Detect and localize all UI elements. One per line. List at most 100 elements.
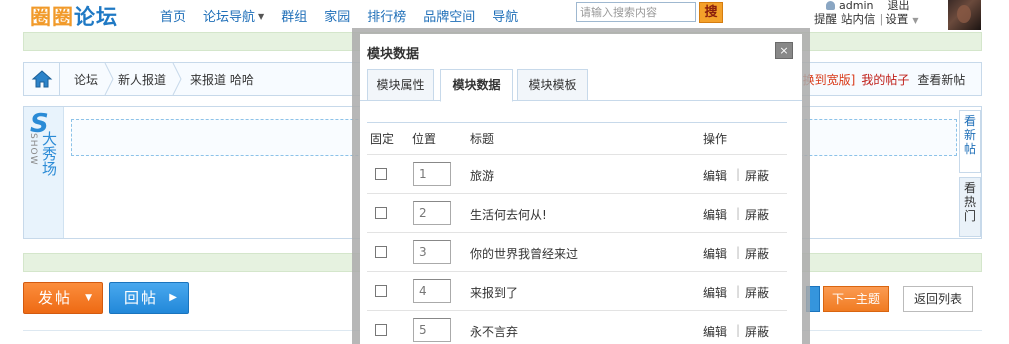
divider: |: [736, 323, 741, 337]
block-link[interactable]: 屏蔽: [745, 206, 769, 223]
position-input[interactable]: [413, 162, 451, 186]
column-header-position: 位置: [412, 132, 437, 146]
nav-item-forum-nav[interactable]: 论坛导航 ▼: [203, 6, 265, 25]
nav-item-brand-space[interactable]: 品牌空间: [423, 6, 476, 25]
breadcrumb-item-newcomers[interactable]: 新人报道: [118, 71, 166, 88]
row-title: 旅游: [470, 169, 495, 183]
next-topic-button[interactable]: 下一主题: [823, 286, 889, 312]
edit-link[interactable]: 编辑: [703, 167, 727, 184]
home-icon: [31, 70, 53, 88]
fixed-checkbox[interactable]: [375, 285, 387, 297]
divider: |: [736, 284, 741, 298]
my-posts-link[interactable]: 我的帖子: [861, 73, 909, 87]
edit-link[interactable]: 编辑: [703, 323, 727, 340]
divider: |: [736, 206, 741, 220]
dialog-title: 模块数据: [367, 47, 420, 62]
show-logo: S SHOW 大秀场: [24, 107, 64, 238]
row-title: 生活何去何从!: [470, 208, 547, 222]
search-button[interactable]: 搜: [699, 2, 723, 23]
block-link[interactable]: 屏蔽: [745, 167, 769, 184]
position-input[interactable]: [413, 201, 451, 225]
nav-item-label: 家园: [324, 10, 351, 25]
home-button[interactable]: [24, 63, 60, 95]
nav-item-label: 排行榜: [367, 10, 407, 25]
breadcrumb-right-links: [换到宽版] 我的帖子 查看新帖: [798, 71, 965, 88]
search-input[interactable]: [576, 2, 696, 22]
tab-new-posts[interactable]: 看新帖: [959, 110, 981, 173]
chevron-down-icon: ▼: [258, 12, 265, 21]
messages-link[interactable]: 站内信: [841, 12, 876, 26]
new-post-button[interactable]: 发帖 ▼: [23, 282, 103, 314]
settings-link[interactable]: 设置: [885, 12, 908, 26]
table-border: [367, 122, 787, 123]
position-input[interactable]: [413, 318, 451, 342]
divider: |: [879, 12, 884, 26]
chevron-down-icon[interactable]: ▼: [912, 16, 918, 25]
row-title: 来报到了: [470, 286, 519, 300]
button-label: 回帖: [124, 289, 159, 307]
back-to-list-button[interactable]: 返回列表: [903, 286, 973, 312]
top-navbar: 圈圈论坛 首页 论坛导航▼ 群组 家园 排行榜 品牌空间 导航 搜 admin退…: [0, 0, 1009, 30]
nav-item-home-space[interactable]: 家园: [324, 6, 351, 25]
row-divider: [367, 310, 787, 311]
fixed-checkbox[interactable]: [375, 168, 387, 180]
divider: |: [736, 167, 741, 181]
nav-item-home[interactable]: 首页: [160, 6, 187, 25]
show-word: SHOW: [28, 133, 38, 166]
edit-link[interactable]: 编辑: [703, 245, 727, 262]
logo-part-1: 圈圈: [30, 5, 74, 29]
nav-item-label: 导航: [492, 10, 519, 25]
nav-item-label: 品牌空间: [423, 10, 476, 25]
tab-module-properties[interactable]: 模块属性: [367, 69, 434, 101]
close-icon[interactable]: ×: [775, 42, 793, 59]
nav-item-ranking[interactable]: 排行榜: [367, 6, 407, 25]
tab-module-template[interactable]: 模块模板: [517, 69, 588, 101]
position-input[interactable]: [413, 279, 451, 303]
block-link[interactable]: 屏蔽: [745, 323, 769, 340]
user-links: 提醒 站内信 | 设置 ▼: [814, 11, 923, 27]
block-link[interactable]: 屏蔽: [745, 284, 769, 301]
logo-part-2: 论坛: [74, 5, 118, 29]
position-input[interactable]: [413, 240, 451, 264]
block-link[interactable]: 屏蔽: [745, 245, 769, 262]
chevron-down-icon: ▼: [85, 293, 94, 303]
row-divider: [367, 232, 787, 233]
reminder-link[interactable]: 提醒: [814, 12, 837, 26]
breadcrumb-item-forum[interactable]: 论坛: [74, 71, 98, 88]
nav-item-groups[interactable]: 群组: [281, 6, 308, 25]
row-divider: [367, 154, 787, 155]
column-header-title: 标题: [470, 132, 495, 146]
column-header-ops: 操作: [703, 132, 728, 146]
edit-link[interactable]: 编辑: [703, 206, 727, 223]
button-label: 发帖: [38, 289, 73, 307]
fixed-checkbox[interactable]: [375, 207, 387, 219]
nav-item-guide[interactable]: 导航: [492, 6, 519, 25]
play-icon: ▶: [169, 292, 179, 303]
nav-item-label: 论坛导航: [203, 10, 256, 25]
tab-module-data[interactable]: 模块数据: [440, 69, 513, 102]
breadcrumb-item-current[interactable]: 来报道 哈哈: [190, 71, 254, 88]
fixed-checkbox[interactable]: [375, 324, 387, 336]
chevron-right-icon: [172, 63, 182, 95]
show-title: 大秀场: [40, 131, 58, 176]
new-posts-link[interactable]: 查看新帖: [917, 73, 965, 87]
chevron-right-icon: [104, 63, 114, 95]
user-icon: [826, 1, 835, 10]
nav-item-label: 首页: [160, 10, 187, 25]
site-logo[interactable]: 圈圈论坛: [30, 1, 118, 29]
module-data-dialog: 模块数据 × 模块属性 模块数据 模块模板 固定 位置 标题 操作 旅游 编辑 …: [360, 34, 802, 344]
avatar[interactable]: [948, 0, 981, 30]
row-title: 你的世界我曾经来过: [470, 247, 579, 261]
main-nav: 首页 论坛导航 ▼ 群组 家园 排行榜 品牌空间 导航: [160, 6, 535, 25]
row-divider: [367, 271, 787, 272]
divider: |: [736, 245, 741, 259]
row-title: 永不言弃: [470, 325, 519, 339]
fixed-checkbox[interactable]: [375, 246, 387, 258]
edit-link[interactable]: 编辑: [703, 284, 727, 301]
dialog-tabs: 模块属性 模块数据 模块模板: [360, 69, 802, 102]
column-header-fixed: 固定: [370, 132, 395, 146]
tab-hot-posts[interactable]: 看热门: [959, 177, 981, 237]
row-divider: [367, 193, 787, 194]
reply-button[interactable]: 回帖 ▶: [109, 282, 189, 314]
nav-item-label: 群组: [281, 10, 308, 25]
